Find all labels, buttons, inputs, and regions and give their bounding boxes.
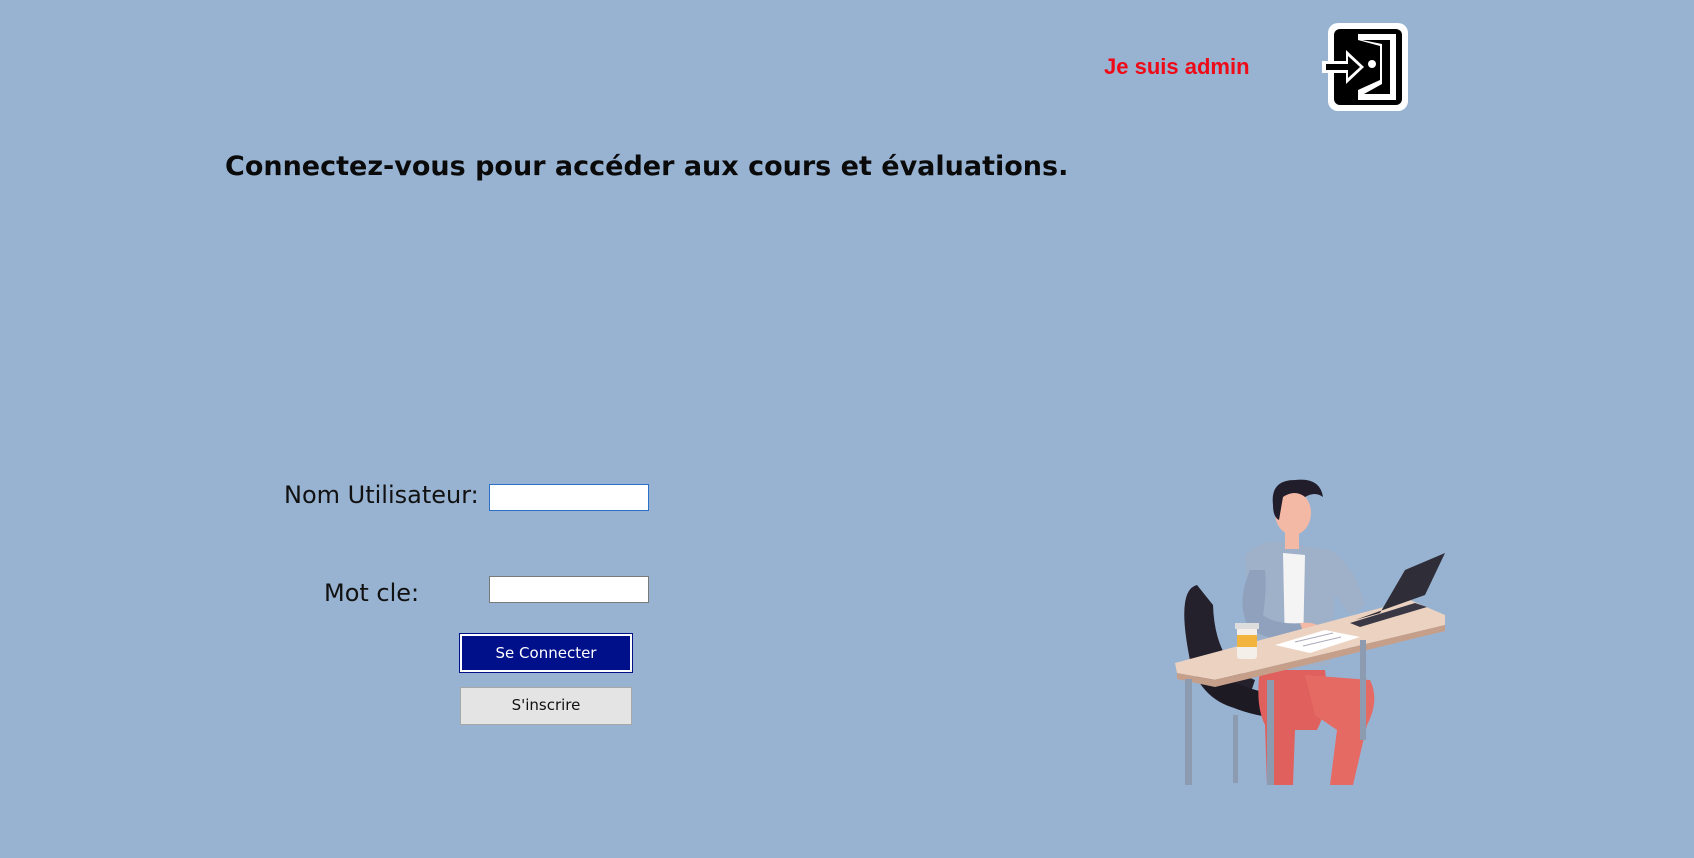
password-input[interactable]	[489, 576, 649, 603]
admin-link[interactable]: Je suis admin	[1104, 54, 1250, 80]
username-label: Nom Utilisateur:	[284, 481, 479, 509]
login-door-icon[interactable]	[1320, 20, 1412, 115]
signup-button[interactable]: S'inscrire	[460, 687, 632, 725]
username-input[interactable]	[489, 484, 649, 511]
page-title: Connectez-vous pour accéder aux cours et…	[225, 151, 1069, 182]
login-button[interactable]: Se Connecter	[459, 633, 633, 673]
password-label: Mot cle:	[324, 579, 420, 607]
person-studying-illustration	[1155, 475, 1455, 785]
